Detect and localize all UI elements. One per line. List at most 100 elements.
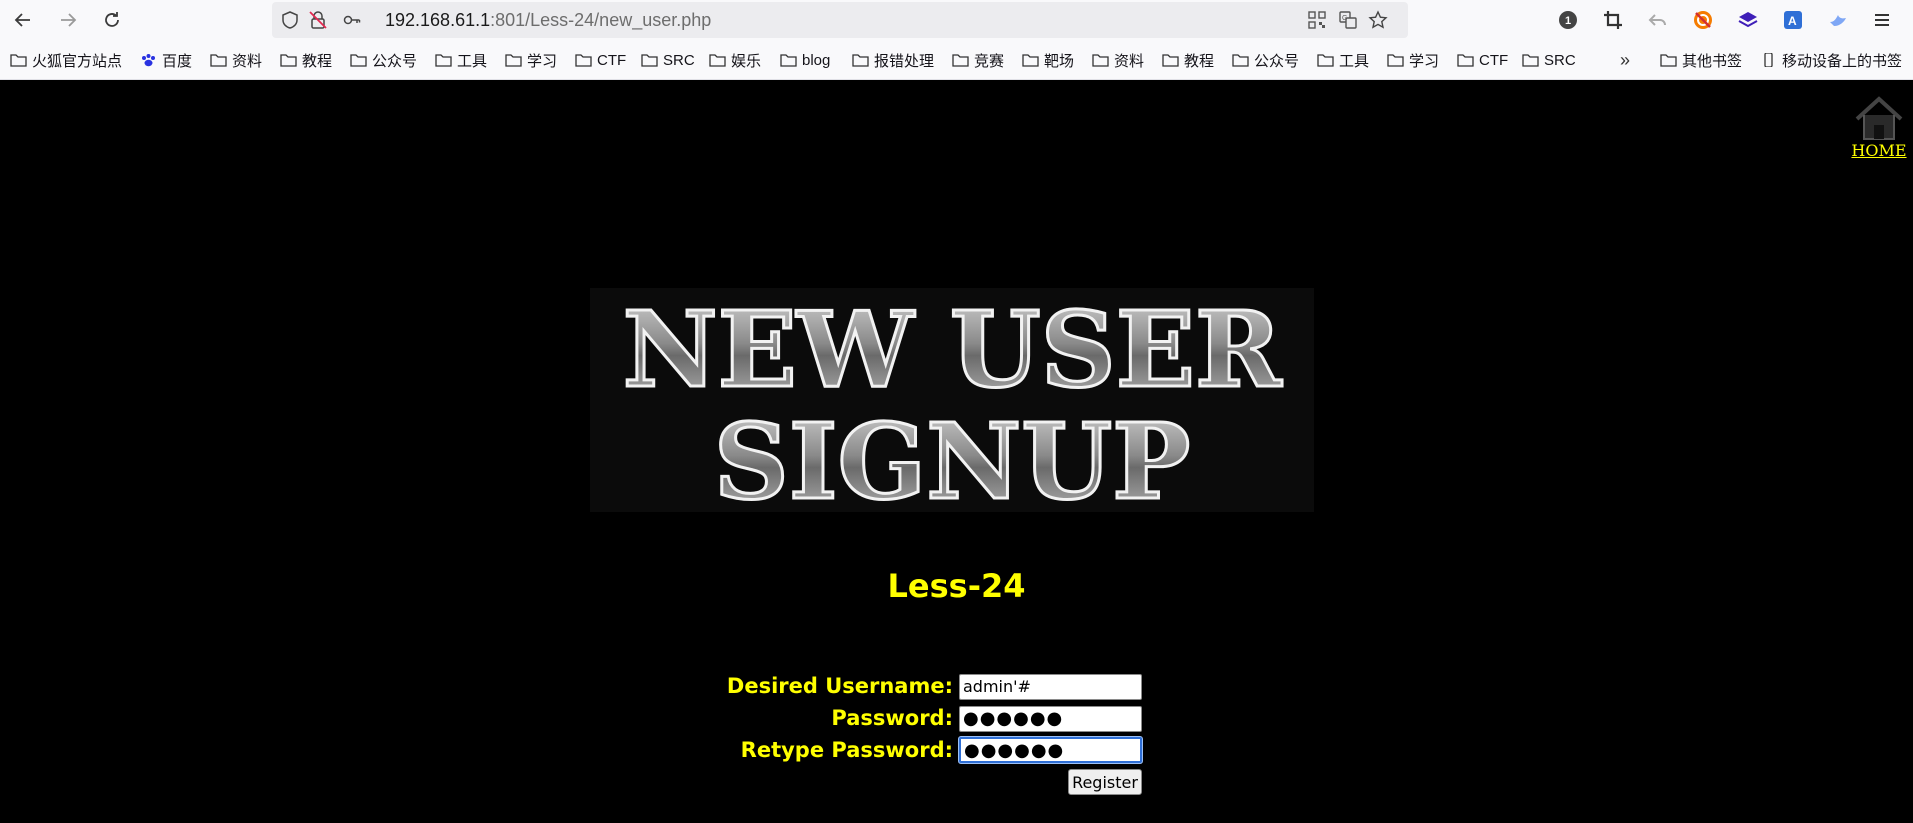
folder-icon — [1660, 54, 1677, 67]
username-row: Desired Username: — [600, 672, 953, 702]
undo-icon[interactable] — [1646, 8, 1670, 32]
blocker-extension-icon[interactable] — [1691, 8, 1715, 32]
translator-extension-icon[interactable]: A — [1781, 8, 1805, 32]
bookmark-item[interactable]: 教程 — [280, 50, 332, 70]
qr-code-icon[interactable] — [1307, 10, 1327, 30]
signup-banner-image: NEW USER SIGNUP — [590, 288, 1314, 512]
bookmark-label: blog — [802, 51, 831, 69]
folder-icon — [1022, 54, 1039, 67]
bookmark-item[interactable]: 学习 — [1387, 50, 1439, 70]
username-input[interactable]: admin'# — [959, 674, 1142, 700]
bookmarks-bar: 火狐官方站点 百度 资料 教程 公众号 工具 学习 CTF SRC 娱乐 blo… — [0, 40, 1913, 80]
other-bookmarks[interactable]: 其他书签 — [1660, 50, 1742, 70]
bookmark-item[interactable]: CTF — [575, 50, 626, 70]
banner-line1: NEW USER — [623, 288, 1283, 411]
bird-extension-icon[interactable] — [1826, 8, 1850, 32]
translate-icon[interactable]: G — [1338, 10, 1358, 30]
folder-icon — [852, 54, 869, 67]
bookmark-label: 火狐官方站点 — [32, 52, 123, 70]
folder-icon — [505, 54, 522, 67]
folder-icon — [780, 54, 797, 67]
bookmark-label: 竞赛 — [974, 52, 1005, 70]
folder-icon — [709, 54, 726, 67]
back-button[interactable] — [7, 6, 39, 34]
folder-icon — [1317, 54, 1334, 67]
folder-icon — [10, 54, 27, 67]
bookmark-item[interactable]: 公众号 — [1232, 50, 1299, 70]
folder-icon — [1162, 54, 1179, 67]
lesson-title: Less-24 — [887, 567, 1026, 605]
bookmark-label: 学习 — [527, 52, 558, 70]
bookmark-label: 公众号 — [1254, 52, 1300, 70]
password-input[interactable]: ●●●●●● — [959, 706, 1142, 732]
bookmark-label: 百度 — [162, 52, 193, 70]
forward-button[interactable] — [52, 6, 84, 34]
reload-button[interactable] — [96, 6, 128, 34]
folder-icon — [350, 54, 367, 67]
bookmark-star-icon[interactable] — [1368, 10, 1388, 30]
folder-icon — [210, 54, 227, 67]
password-row: Password: — [600, 704, 953, 734]
svg-text:G: G — [1342, 15, 1347, 22]
bookmark-item[interactable]: 火狐官方站点 — [10, 50, 122, 70]
bookmark-item[interactable]: 竞赛 — [952, 50, 1004, 70]
bookmark-item[interactable]: 娱乐 — [709, 50, 761, 70]
mobile-bookmarks[interactable]: 移动设备上的书签 — [1760, 50, 1902, 70]
bookmark-label: 工具 — [457, 52, 488, 70]
shield-icon[interactable] — [280, 10, 300, 30]
bookmark-item[interactable]: 靶场 — [1022, 50, 1074, 70]
bookmark-label: 公众号 — [372, 52, 418, 70]
password-label: Password: — [831, 706, 953, 730]
bookmark-label: CTF — [597, 51, 627, 69]
crop-icon[interactable] — [1601, 8, 1625, 32]
bookmark-label: 报错处理 — [874, 52, 935, 70]
bookmark-item[interactable]: 工具 — [1317, 50, 1369, 70]
bookmark-label: 工具 — [1339, 52, 1370, 70]
bookmark-item[interactable]: SRC — [1522, 50, 1576, 70]
folder-icon — [1232, 54, 1249, 67]
retype-password-label: Retype Password: — [740, 738, 953, 762]
home-link-label[interactable]: HOME — [1851, 141, 1906, 160]
retype-password-input[interactable]: ●●●●●● — [959, 737, 1142, 763]
bookmark-label: 教程 — [302, 52, 333, 70]
bookmark-item[interactable]: 学习 — [505, 50, 557, 70]
bookmark-item[interactable]: SRC — [641, 50, 695, 70]
layers-extension-icon[interactable] — [1736, 8, 1760, 32]
bookmark-item[interactable]: 资料 — [210, 50, 262, 70]
bookmark-item[interactable]: blog — [780, 50, 830, 70]
url-path: :801/Less-24/new_user.php — [490, 10, 712, 30]
svg-text:1: 1 — [1565, 15, 1571, 27]
register-button[interactable]: Register — [1068, 769, 1142, 795]
folder-icon — [641, 54, 658, 67]
bookmark-label: SRC — [1544, 51, 1576, 69]
bookmark-item[interactable]: 公众号 — [350, 50, 417, 70]
bookmark-label: CTF — [1479, 51, 1509, 69]
page-content: HOME NEW USER SIGNUP Less-24 — [0, 81, 1913, 823]
bookmark-item[interactable]: 教程 — [1162, 50, 1214, 70]
insecure-connection-icon[interactable] — [308, 10, 328, 30]
url-host: 192.168.61.1 — [385, 10, 491, 30]
svg-text:A: A — [1788, 14, 1797, 28]
extension-1password-icon[interactable]: 1 — [1556, 8, 1580, 32]
bookmark-item[interactable]: CTF — [1457, 50, 1508, 70]
house-icon — [1855, 96, 1903, 140]
url-bar[interactable]: 192.168.61.1:801/Less-24/new_user.php G — [272, 2, 1408, 38]
bookmark-item[interactable]: 百度 — [140, 50, 192, 70]
folder-icon — [1457, 54, 1474, 67]
home-link[interactable]: HOME — [1848, 95, 1910, 161]
folder-icon — [1092, 54, 1109, 67]
bookmark-label: 资料 — [232, 52, 263, 70]
bookmark-label: 资料 — [1114, 52, 1145, 70]
bookmark-item[interactable]: 报错处理 — [852, 50, 934, 70]
bookmark-item[interactable]: 工具 — [435, 50, 487, 70]
bookmark-item[interactable]: 资料 — [1092, 50, 1144, 70]
bookmarks-overflow-chevron-icon[interactable]: » — [1620, 50, 1630, 71]
key-icon[interactable] — [342, 10, 362, 30]
url-text[interactable]: 192.168.61.1:801/Less-24/new_user.php — [385, 10, 711, 30]
bookmark-label: 娱乐 — [731, 52, 762, 70]
arrow-left-icon — [14, 13, 30, 27]
menu-icon[interactable] — [1870, 8, 1894, 32]
banner-line2: SIGNUP — [714, 400, 1191, 512]
folder-icon — [1387, 54, 1404, 67]
bookmark-label: SRC — [663, 51, 695, 69]
